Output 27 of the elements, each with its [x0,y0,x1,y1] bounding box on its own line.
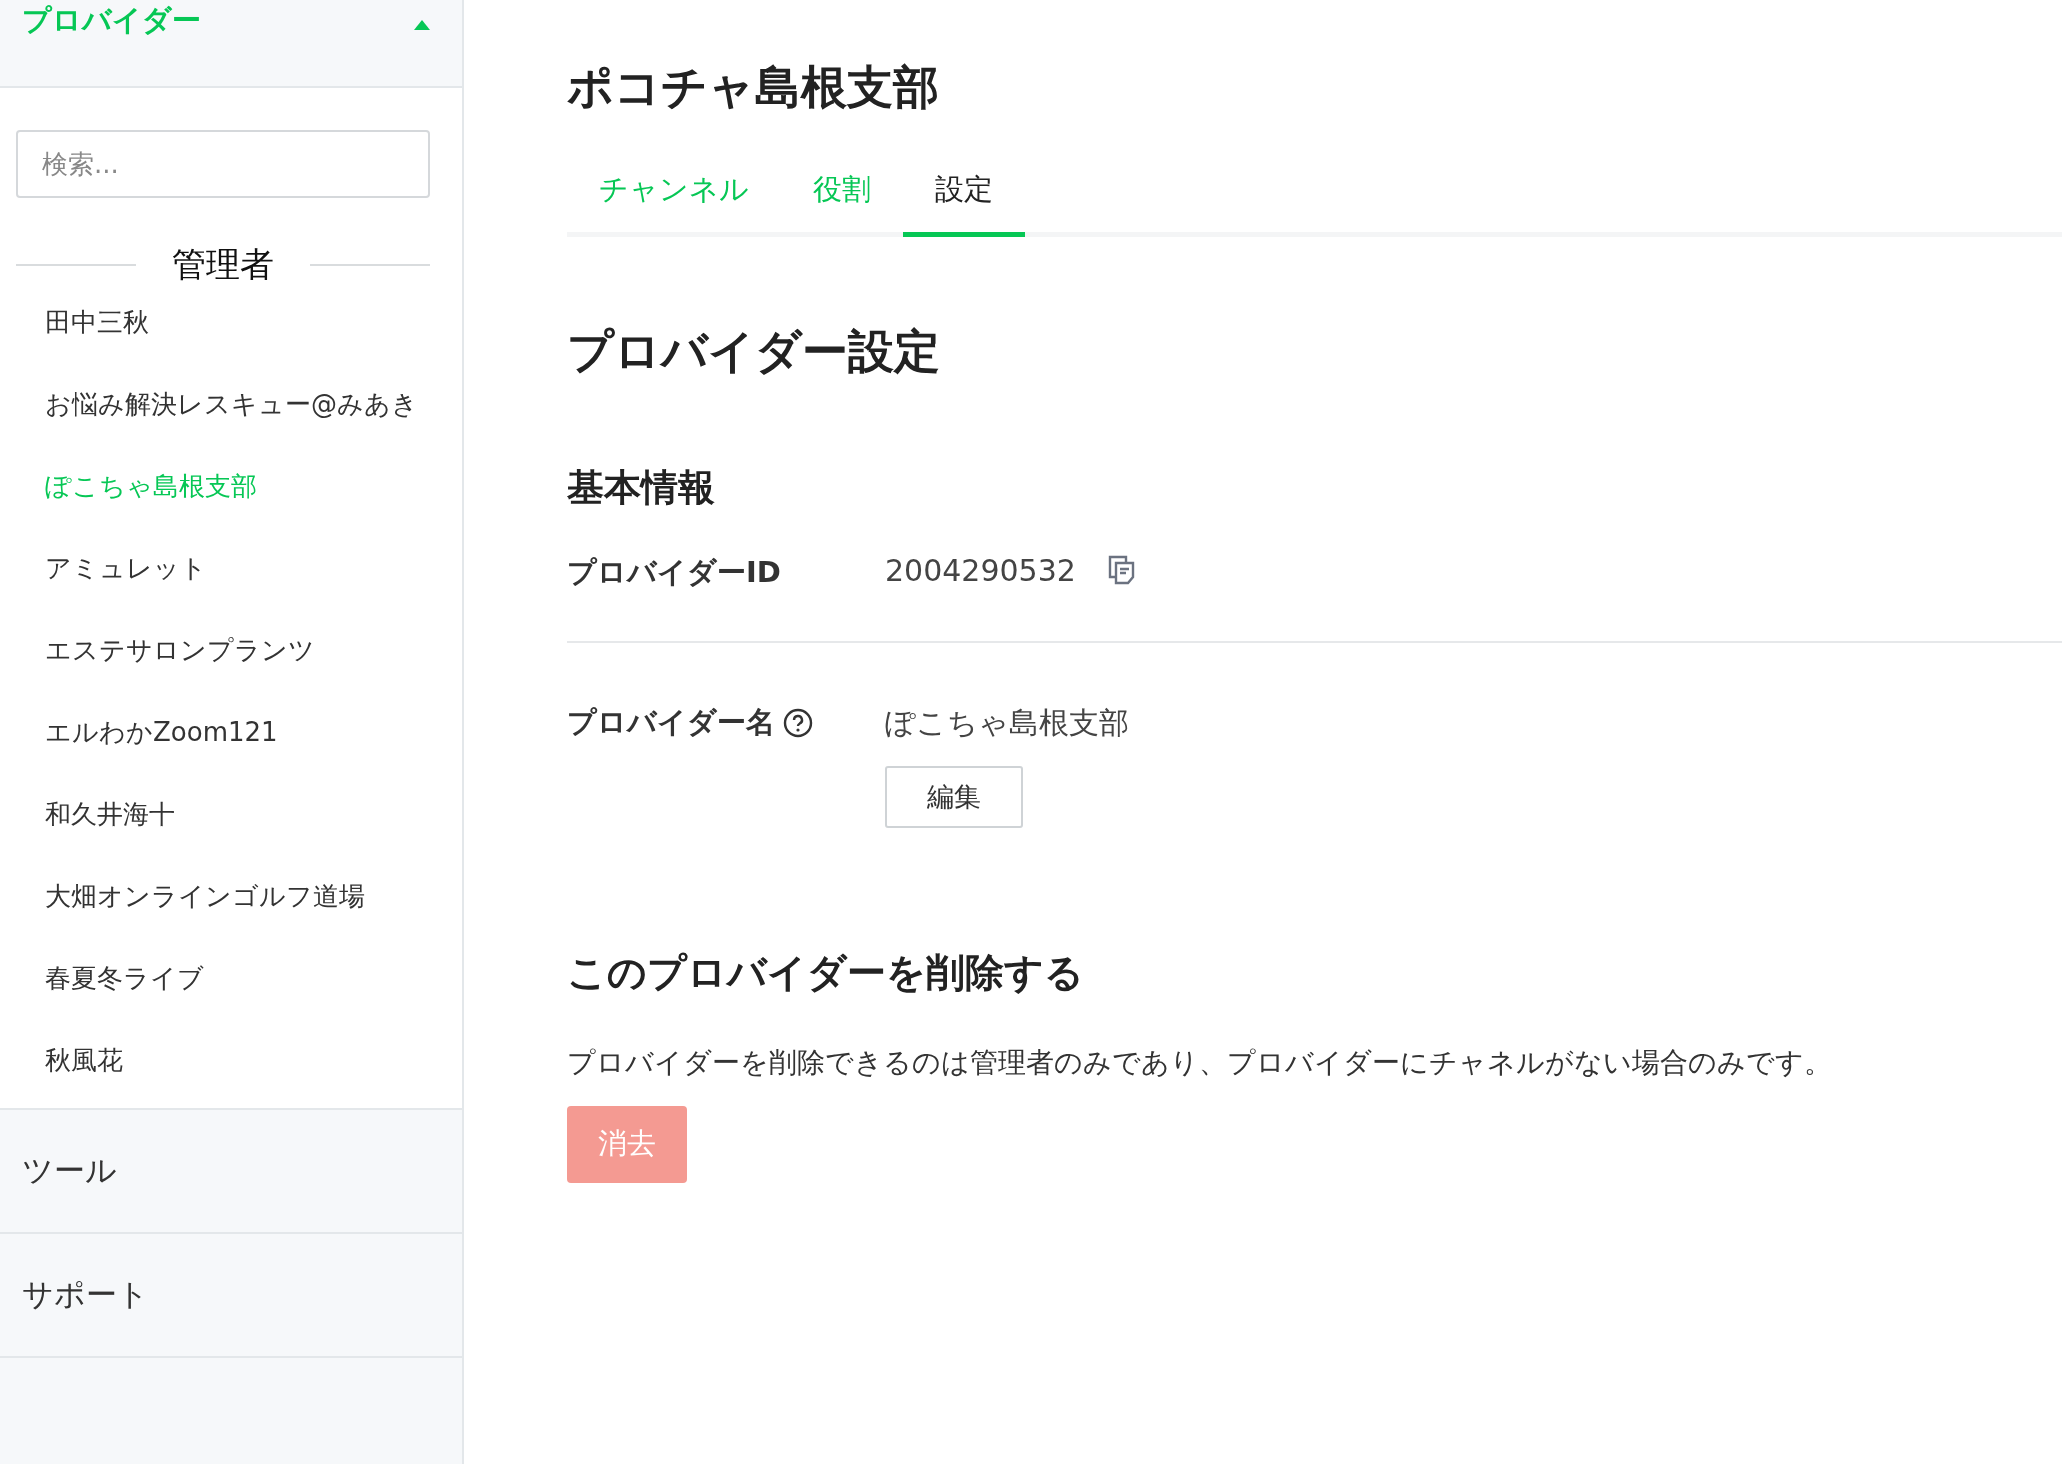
sidebar-section[interactable]: サポート [0,1232,462,1356]
page-title: ポコチャ島根支部 [567,59,940,116]
subsection-heading: 基本情報 [567,464,716,511]
provider-item[interactable]: アミュレット [16,540,430,596]
provider-item[interactable]: 春夏冬ライブ [16,950,430,1006]
sidebar-header-title: プロバイダー [22,6,201,35]
provider-item[interactable]: 秋風花 [16,1032,430,1088]
provider-item[interactable]: お悩み解決レスキュー@みあき [16,376,430,432]
delete-description: プロバイダーを削除できるのは管理者のみであり、プロバイダーにチャネルがない場合のみです。 [567,1044,1833,1081]
provider-item[interactable]: 和久井海十 [16,786,430,842]
help-icon[interactable] [783,707,813,738]
delete-heading: このプロバイダーを削除する [567,948,1085,997]
field-label: プロバイダーID [567,553,781,591]
sidebar-section[interactable]: ツール [0,1108,462,1232]
provider-item[interactable]: 田中三秋 [16,294,430,350]
provider-item[interactable]: エルわかZoom121 [16,704,430,760]
section-heading: プロバイダー設定 [567,322,941,380]
provider-name: ぽこちゃ島根支部 [885,703,1129,742]
edit-button[interactable]: 編集 [885,765,1023,828]
provider-id: 2004290532 [885,552,1076,588]
provider-item[interactable]: 大畑オンラインゴルフ道場 [16,868,430,924]
group-title: 管理者 [172,243,274,286]
field-label: プロバイダー名 [567,703,775,741]
search-field[interactable]: 検索... [16,130,430,198]
copy-icon[interactable] [1107,555,1136,586]
tab[interactable]: 設定 [903,169,1025,237]
provider-item[interactable]: エステサロンプランツ [16,622,430,678]
